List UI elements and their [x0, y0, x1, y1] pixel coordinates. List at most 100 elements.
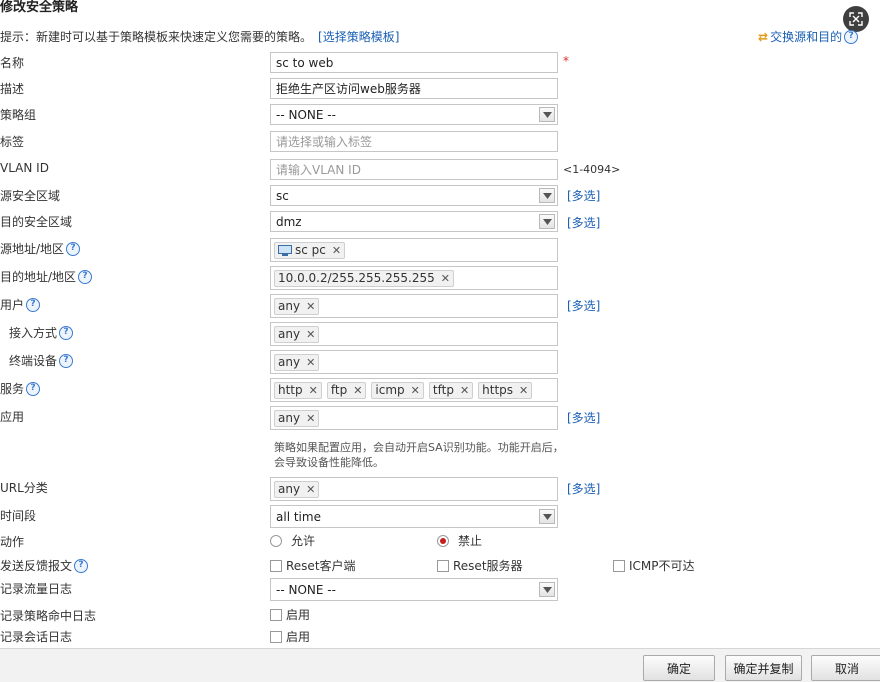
- checkbox-icmp-unreachable[interactable]: [613, 559, 625, 572]
- url-tag[interactable]: any ✕: [274, 480, 320, 498]
- remove-tag-icon[interactable]: ✕: [306, 328, 315, 341]
- desc-input[interactable]: 拒绝生产区访问web服务器: [270, 78, 558, 99]
- user-tag[interactable]: any ✕: [274, 297, 320, 315]
- service-tag[interactable]: https ✕: [478, 381, 533, 399]
- hint-text: 提示：新建时可以基于策略模板来快速定义您需要的策略。: [0, 30, 313, 44]
- radio-deny[interactable]: [437, 534, 449, 547]
- dst-zone-select[interactable]: dmz: [270, 211, 558, 232]
- remove-tag-icon[interactable]: ✕: [306, 300, 315, 313]
- access-tag[interactable]: any ✕: [274, 325, 320, 343]
- session-log-label: 记录会话日志: [0, 630, 73, 644]
- chevron-down-icon[interactable]: [539, 582, 555, 597]
- help-icon[interactable]: ?: [59, 353, 74, 368]
- resize-icon: [849, 12, 863, 26]
- service-label: 服务?: [0, 380, 41, 397]
- help-icon[interactable]: ?: [844, 29, 859, 44]
- hit-log-label: 记录策略命中日志: [0, 609, 97, 623]
- name-input[interactable]: sc to web: [270, 52, 558, 73]
- dst-addr-input[interactable]: 10.0.0.2/255.255.255.255 ✕: [270, 266, 558, 290]
- src-zone-multi-link[interactable]: [多选]: [567, 187, 600, 204]
- service-tag[interactable]: http ✕: [274, 381, 322, 399]
- icmp-unreachable-option[interactable]: ICMP不可达: [613, 557, 695, 574]
- src-zone-value: sc: [276, 188, 289, 203]
- user-label: 用户?: [0, 296, 41, 313]
- device-label: 终端设备?: [9, 352, 74, 369]
- session-log-option[interactable]: 启用: [270, 628, 310, 645]
- chevron-down-icon[interactable]: [539, 509, 555, 524]
- reset-client-option[interactable]: Reset客户端: [270, 557, 356, 574]
- app-multi-link[interactable]: [多选]: [567, 409, 600, 426]
- reset-server-option[interactable]: Reset服务器: [437, 557, 523, 574]
- src-addr-label: 源地址/地区?: [0, 240, 81, 257]
- time-label: 时间段: [0, 509, 37, 523]
- chevron-down-icon[interactable]: [539, 107, 555, 122]
- device-input[interactable]: any ✕: [270, 350, 558, 374]
- vlan-label: VLAN ID: [0, 161, 49, 175]
- traffic-log-value: -- NONE --: [276, 582, 336, 597]
- help-icon[interactable]: ?: [59, 325, 74, 340]
- traffic-log-select[interactable]: -- NONE --: [270, 578, 558, 601]
- action-allow-option[interactable]: 允许: [270, 532, 315, 549]
- dst-addr-tag[interactable]: 10.0.0.2/255.255.255.255 ✕: [274, 269, 454, 287]
- user-multi-link[interactable]: [多选]: [567, 297, 600, 314]
- swap-label: 交换源和目的: [770, 30, 843, 44]
- chevron-down-icon[interactable]: [539, 214, 555, 229]
- help-icon[interactable]: ?: [74, 558, 89, 573]
- device-tag[interactable]: any ✕: [274, 353, 320, 371]
- group-select[interactable]: -- NONE --: [270, 104, 558, 125]
- template-hint: 提示：新建时可以基于策略模板来快速定义您需要的策略。 [选择策略模板]: [0, 28, 399, 45]
- required-mark: *: [563, 54, 569, 68]
- app-tag[interactable]: any ✕: [274, 409, 320, 427]
- app-note: 策略如果配置应用，会自动开启SA识别功能。功能开启后，会导致设备性能降低。: [274, 441, 564, 469]
- checkbox-reset-client[interactable]: [270, 559, 282, 572]
- ok-button[interactable]: 确定: [643, 655, 715, 681]
- help-icon[interactable]: ?: [26, 297, 41, 312]
- checkbox-hit-log[interactable]: [270, 608, 282, 621]
- dialog-title: 修改安全策略: [0, 0, 79, 15]
- remove-tag-icon[interactable]: ✕: [332, 244, 341, 257]
- hit-log-option[interactable]: 启用: [270, 606, 310, 623]
- service-tag[interactable]: icmp ✕: [371, 381, 424, 399]
- remove-tag-icon[interactable]: ✕: [411, 384, 420, 397]
- ok-copy-button[interactable]: 确定并复制: [725, 655, 802, 681]
- remove-tag-icon[interactable]: ✕: [519, 384, 528, 397]
- remove-tag-icon[interactable]: ✕: [306, 412, 315, 425]
- src-addr-input[interactable]: sc pc ✕: [270, 238, 558, 262]
- remove-tag-icon[interactable]: ✕: [306, 356, 315, 369]
- radio-allow[interactable]: [270, 534, 282, 547]
- help-icon[interactable]: ?: [66, 241, 81, 256]
- src-zone-label: 源安全区域: [0, 189, 61, 203]
- remove-tag-icon[interactable]: ✕: [460, 384, 469, 397]
- src-zone-select[interactable]: sc: [270, 185, 558, 206]
- access-label: 接入方式?: [9, 324, 74, 341]
- help-icon[interactable]: ?: [78, 269, 93, 284]
- action-deny-option[interactable]: 禁止: [437, 532, 482, 549]
- remove-tag-icon[interactable]: ✕: [306, 483, 315, 496]
- help-icon[interactable]: ?: [26, 381, 41, 396]
- app-label: 应用: [0, 410, 25, 424]
- cancel-button[interactable]: 取消: [811, 655, 880, 681]
- url-input[interactable]: any ✕: [270, 477, 558, 501]
- service-input[interactable]: http ✕ ftp ✕ icmp ✕ tftp ✕ https ✕: [270, 378, 558, 402]
- service-tag[interactable]: tftp ✕: [428, 381, 474, 399]
- dst-addr-label: 目的地址/地区?: [0, 268, 93, 285]
- select-template-link[interactable]: [选择策略模板]: [318, 30, 399, 44]
- tag-input[interactable]: 请选择或输入标签: [270, 131, 558, 152]
- access-input[interactable]: any ✕: [270, 322, 558, 346]
- remove-tag-icon[interactable]: ✕: [309, 384, 318, 397]
- checkbox-session-log[interactable]: [270, 630, 282, 643]
- remove-tag-icon[interactable]: ✕: [353, 384, 362, 397]
- dst-zone-multi-link[interactable]: [多选]: [567, 214, 600, 231]
- group-label: 策略组: [0, 108, 37, 122]
- checkbox-reset-server[interactable]: [437, 559, 449, 572]
- vlan-input[interactable]: 请输入VLAN ID: [270, 159, 558, 180]
- chevron-down-icon[interactable]: [539, 188, 555, 203]
- service-tag[interactable]: ftp ✕: [326, 381, 367, 399]
- time-select[interactable]: all time: [270, 505, 558, 528]
- url-multi-link[interactable]: [多选]: [567, 480, 600, 497]
- src-addr-tag[interactable]: sc pc ✕: [274, 241, 346, 259]
- remove-tag-icon[interactable]: ✕: [441, 272, 450, 285]
- user-input[interactable]: any ✕: [270, 294, 558, 318]
- app-input[interactable]: any ✕: [270, 406, 558, 430]
- swap-src-dst-link[interactable]: ⇄ 交换源和目的 ?: [758, 28, 859, 45]
